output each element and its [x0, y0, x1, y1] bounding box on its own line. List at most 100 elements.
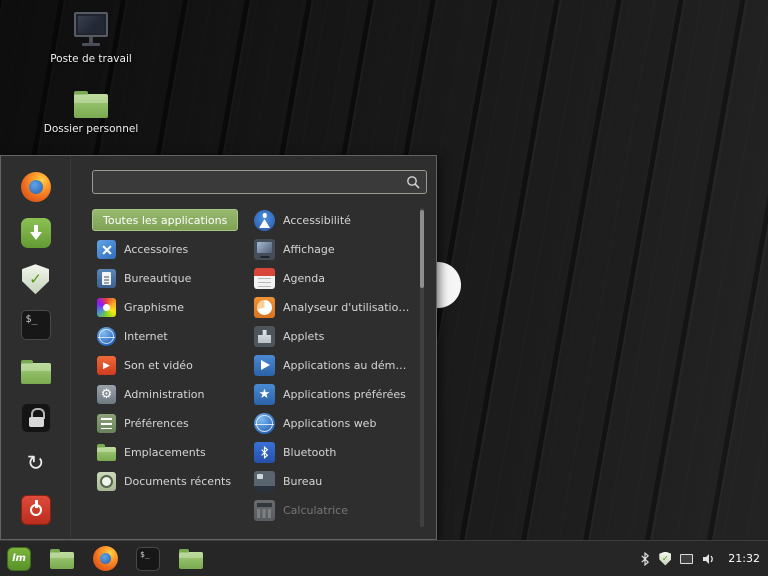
category-label: Bureautique [124, 272, 192, 285]
favorite-update-manager[interactable] [18, 261, 54, 297]
app-item-accessibility[interactable]: Accessibilité [250, 206, 415, 235]
taskbar-launcher-terminal[interactable]: $_ [133, 544, 163, 574]
app-item-desktop[interactable]: Bureau [250, 467, 415, 496]
sound-video-icon [97, 356, 116, 375]
favorite-apps-icon [254, 384, 275, 405]
monitor-shape [74, 12, 108, 37]
lock-screen-icon [20, 402, 51, 433]
favorite-logout[interactable] [18, 446, 54, 482]
administration-icon [97, 385, 116, 404]
update-shield-icon[interactable] [659, 551, 672, 566]
update-manager-icon [22, 264, 49, 295]
desktop-icon-computer[interactable]: Poste de travail [31, 12, 151, 65]
places-icon [97, 444, 116, 461]
firefox-icon [20, 172, 51, 202]
menu-favorites-sidebar: $_ [1, 156, 71, 539]
mint-logo-icon: lm [7, 546, 31, 571]
web-apps-icon [254, 413, 275, 434]
application-menu: $_ [0, 155, 437, 540]
category-graphics[interactable]: Graphisme [92, 293, 242, 322]
application-list: Accessibilité Affichage Agenda Analyseur… [250, 206, 427, 529]
applets-icon [254, 326, 275, 347]
firefox-icon [92, 546, 118, 571]
category-label: Accessoires [124, 243, 189, 256]
logout-icon [21, 449, 51, 479]
taskbar-launcher-folder[interactable] [176, 544, 206, 574]
network-icon[interactable] [680, 553, 694, 564]
calendar-icon [254, 268, 275, 289]
graphics-icon [97, 298, 116, 317]
category-label: Documents récents [124, 475, 232, 488]
menu-lists: Toutes les applications Accessoires Bure… [92, 206, 427, 529]
volume-icon[interactable] [702, 553, 716, 565]
category-preferences[interactable]: Préférences [92, 409, 242, 438]
category-sound-video[interactable]: Son et vidéo [92, 351, 242, 380]
category-label: Emplacements [124, 446, 206, 459]
calculator-icon [254, 500, 275, 521]
office-icon [97, 269, 116, 288]
scrollbar-thumb[interactable] [420, 210, 424, 288]
startup-apps-icon [254, 355, 275, 376]
quit-power-icon [20, 494, 51, 525]
accessories-icon [97, 240, 116, 259]
app-item-calendar[interactable]: Agenda [250, 264, 415, 293]
disk-usage-icon [254, 297, 275, 318]
mint-logo-text: lm [12, 553, 26, 564]
desktop-settings-icon [254, 471, 275, 492]
favorite-terminal[interactable]: $_ [18, 307, 54, 343]
app-item-disk-usage[interactable]: Analyseur d'utilisation des… [250, 293, 415, 322]
search-bar [92, 170, 427, 194]
taskbar-launcher-firefox[interactable] [90, 544, 120, 574]
system-tray: 21:32 [640, 551, 760, 566]
category-label: Son et vidéo [124, 359, 193, 372]
category-label: Graphisme [124, 301, 185, 314]
app-item-web-apps[interactable]: Applications web [250, 409, 415, 438]
app-item-applets[interactable]: Applets [250, 322, 415, 351]
app-item-calculator[interactable]: Calculatrice [250, 496, 415, 525]
app-item-display[interactable]: Affichage [250, 235, 415, 264]
favorite-quit[interactable] [18, 492, 54, 528]
category-internet[interactable]: Internet [92, 322, 242, 351]
files-icon [20, 360, 51, 385]
recent-documents-icon [97, 472, 116, 491]
taskbar: lm $_ ✓ 21:32 [0, 540, 768, 576]
desktop-icon-label: Dossier personnel [43, 123, 139, 135]
display-icon [254, 239, 275, 260]
app-item-bluetooth[interactable]: Bluetooth [250, 438, 415, 467]
category-office[interactable]: Bureautique [92, 264, 242, 293]
favorite-lock-screen[interactable] [18, 400, 54, 436]
favorite-firefox[interactable] [18, 169, 54, 205]
category-label: Toutes les applications [103, 213, 228, 227]
category-list: Toutes les applications Accessoires Bure… [92, 206, 242, 529]
category-all-applications[interactable]: Toutes les applications [92, 209, 239, 231]
menu-main-area: Toutes les applications Accessoires Bure… [71, 156, 436, 539]
search-icon [407, 176, 420, 189]
category-recent-documents[interactable]: Documents récents [92, 467, 242, 496]
favorite-software-manager[interactable] [18, 215, 54, 251]
desktop-icon-home[interactable]: Dossier personnel [31, 88, 151, 135]
accessibility-icon [254, 210, 275, 231]
search-input[interactable] [92, 170, 427, 194]
clock[interactable]: 21:32 [728, 552, 760, 565]
favorite-files[interactable] [18, 354, 54, 390]
desktop: Poste de travail Dossier personnel $_ [0, 0, 768, 576]
terminal-icon: $_ [136, 546, 160, 571]
menu-button[interactable]: lm [4, 544, 34, 574]
category-accessories[interactable]: Accessoires [92, 235, 242, 264]
preferences-icon [97, 414, 116, 433]
internet-icon [97, 327, 116, 346]
terminal-icon: $_ [20, 310, 51, 341]
category-administration[interactable]: Administration [92, 380, 242, 409]
computer-icon [71, 12, 111, 48]
category-label: Internet [124, 330, 168, 343]
category-label: Préférences [124, 417, 189, 430]
home-folder-icon [74, 91, 108, 118]
bluetooth-icon[interactable] [640, 551, 650, 566]
category-places[interactable]: Emplacements [92, 438, 242, 467]
app-list-scrollbar[interactable] [420, 208, 424, 527]
folder-icon [179, 548, 203, 569]
app-item-startup-apps[interactable]: Applications au démarrage [250, 351, 415, 380]
taskbar-launcher-files[interactable] [47, 544, 77, 574]
software-manager-icon [20, 218, 51, 249]
app-item-favorite-apps[interactable]: Applications préférées [250, 380, 415, 409]
